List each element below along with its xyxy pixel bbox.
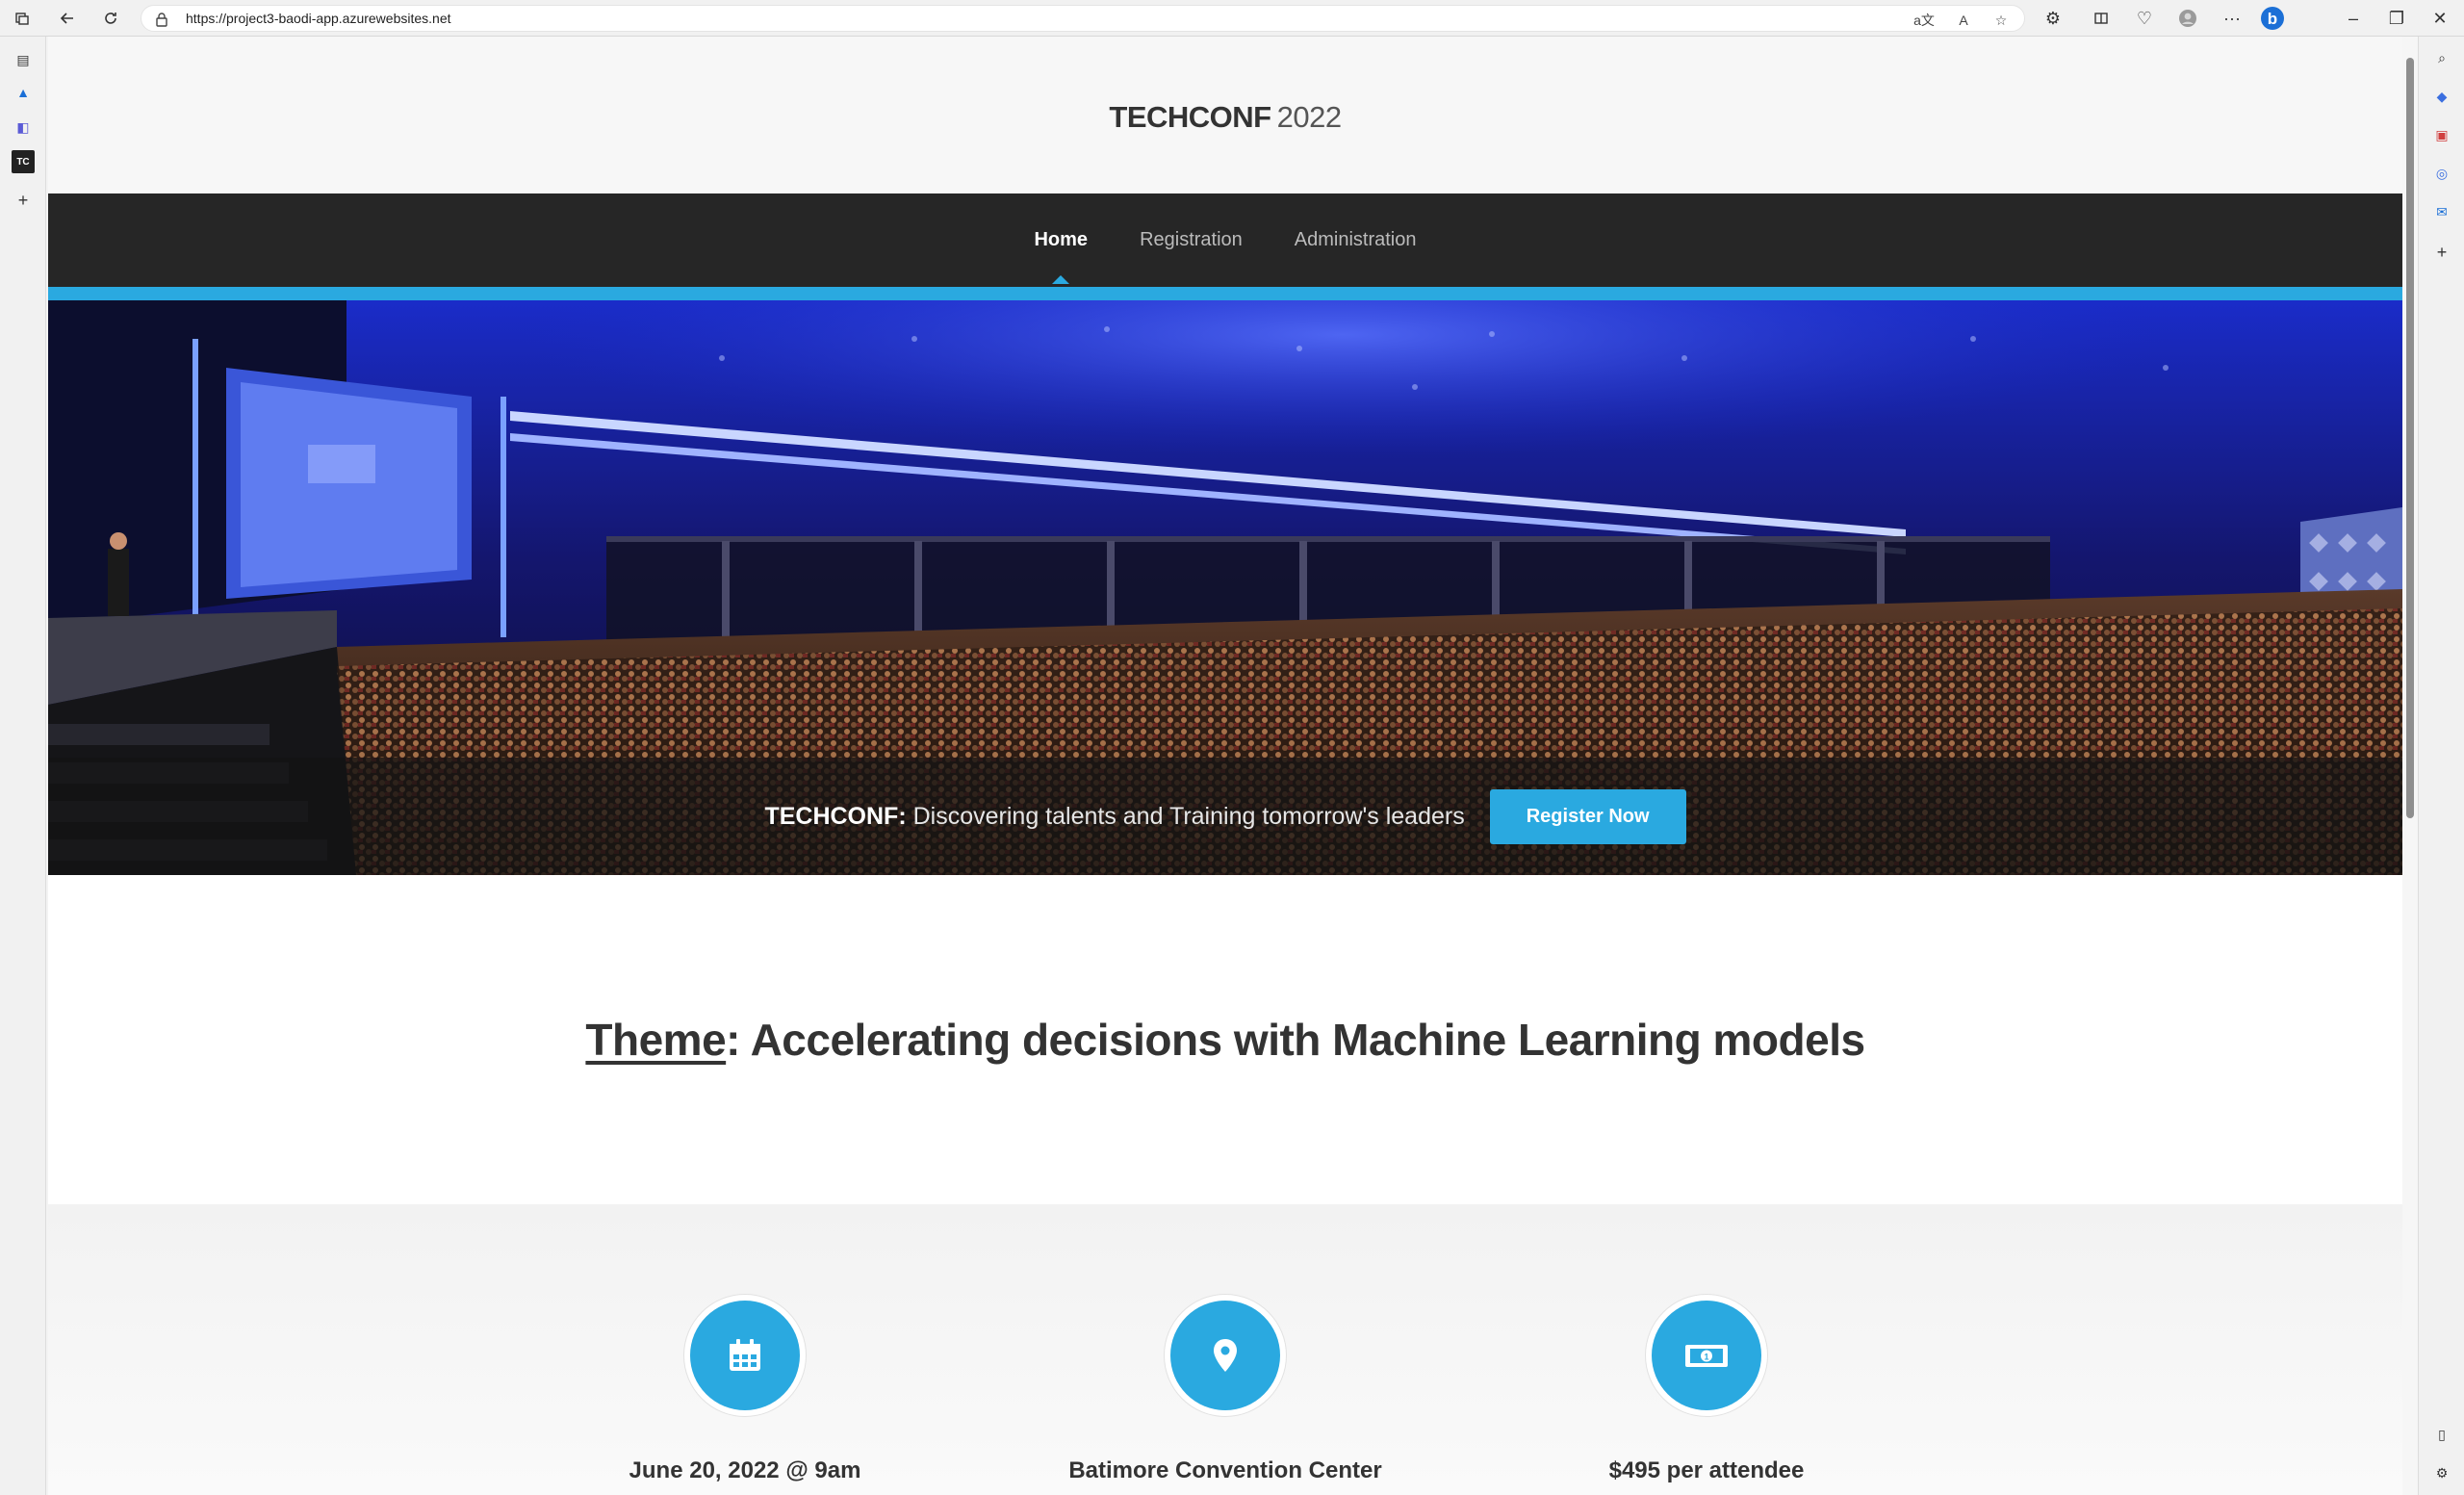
feature-date-text: June 20, 2022 @ 9am: [629, 1457, 861, 1483]
restore-icon[interactable]: ❐: [2382, 4, 2411, 33]
web-page: TECHCONF 2022 Home Registration Administr…: [48, 37, 2402, 1495]
theme-section: Theme: Accelerating decisions with Machi…: [48, 875, 2402, 1204]
visual-studio-tab-icon[interactable]: ◧: [12, 116, 35, 139]
feature-price-text: $495 per attendee: [1608, 1457, 1805, 1483]
hero-brand: TECHCONF:: [764, 802, 907, 830]
favorites-icon[interactable]: ♡: [2130, 4, 2159, 33]
feature-price: 1 $495 per attendee: [1543, 1204, 1870, 1495]
site-header: TECHCONF 2022: [48, 37, 2402, 193]
azure-tab-icon[interactable]: ▲: [12, 81, 35, 104]
nav-administration[interactable]: Administration: [1295, 221, 1417, 259]
bing-copilot-icon[interactable]: b: [2258, 4, 2287, 33]
lock-icon: [156, 13, 167, 27]
refresh-icon[interactable]: [96, 4, 125, 33]
close-icon[interactable]: ✕: [2426, 4, 2454, 33]
more-menu-icon[interactable]: ···: [2218, 4, 2246, 33]
sidebar-search-icon[interactable]: ⌕: [2430, 46, 2453, 69]
url-text: https://project3-baodi-app.azurewebsites…: [186, 11, 451, 26]
favorite-star-icon[interactable]: ☆: [1990, 10, 2012, 31]
theme-heading: Theme: Accelerating decisions with Machi…: [585, 1014, 1865, 1066]
map-pin-icon: [1214, 1339, 1237, 1372]
hero-banner: TECHCONF: Discovering talents and Traini…: [48, 300, 2402, 875]
logo-brand: TECHCONF: [1109, 99, 1271, 134]
register-now-button[interactable]: Register Now: [1489, 788, 1686, 844]
sidebar-tools-icon[interactable]: ▣: [2430, 123, 2453, 146]
split-screen-icon[interactable]: [2087, 4, 2116, 33]
profile-avatar[interactable]: [2173, 4, 2202, 33]
translate-icon[interactable]: a文: [1913, 10, 1935, 31]
feature-date-badge: [690, 1301, 800, 1410]
sidebar-hide-icon[interactable]: ▯: [2430, 1423, 2453, 1446]
browser-toolbar: https://project3-baodi-app.azurewebsites…: [0, 0, 2464, 37]
hero-tagline-text: Discovering talents and Training tomorro…: [912, 802, 1465, 830]
nav-registration[interactable]: Registration: [1140, 221, 1243, 259]
back-icon[interactable]: [53, 4, 82, 33]
feature-location-text: Batimore Convention Center: [1068, 1457, 1382, 1483]
address-bar[interactable]: https://project3-baodi-app.azurewebsites…: [141, 5, 2025, 32]
sidebar-shopping-icon[interactable]: ◆: [2430, 85, 2453, 108]
read-aloud-icon[interactable]: A: [1953, 10, 1974, 31]
scrollbar-thumb[interactable]: [2406, 58, 2414, 818]
vertical-tab-strip: ▤ ▲ ◧ TC +: [0, 37, 46, 1495]
hero-tagline: TECHCONF: Discovering talents and Traini…: [764, 803, 1464, 831]
logo-year: 2022: [1276, 99, 1342, 134]
workspaces-icon[interactable]: [8, 4, 37, 33]
sidebar-m365-icon[interactable]: ◎: [2430, 162, 2453, 185]
feature-location-badge: [1170, 1301, 1280, 1410]
extensions-icon[interactable]: ⚙: [2039, 4, 2067, 33]
page-scrollbar[interactable]: [2402, 37, 2418, 1495]
feature-date: June 20, 2022 @ 9am: [581, 1204, 909, 1495]
techconf-tab-icon[interactable]: TC: [12, 150, 35, 173]
nav-home[interactable]: Home: [1034, 221, 1088, 284]
svg-text:1: 1: [1704, 1353, 1708, 1362]
sidebar-outlook-icon[interactable]: ✉: [2430, 200, 2453, 223]
feature-location: Batimore Convention Center: [1062, 1204, 1389, 1495]
main-navigation: Home Registration Administration: [48, 193, 2402, 287]
money-icon: 1: [1685, 1345, 1728, 1367]
browser-sidebar: ⌕ ◆ ▣ ◎ ✉ + ▯ ⚙: [2418, 37, 2464, 1495]
feature-price-badge: 1: [1652, 1301, 1761, 1410]
minimize-icon[interactable]: –: [2339, 4, 2368, 33]
nav-accent-bar: [48, 287, 2402, 300]
site-logo[interactable]: TECHCONF 2022: [1109, 99, 1342, 135]
new-tab-icon[interactable]: +: [12, 189, 35, 212]
calendar-icon: [730, 1339, 760, 1371]
theme-text: : Accelerating decisions with Machine Le…: [726, 1015, 1865, 1065]
sidebar-add-icon[interactable]: +: [2430, 241, 2453, 264]
svg-text:b: b: [2268, 10, 2277, 28]
sidebar-settings-icon[interactable]: ⚙: [2430, 1461, 2453, 1484]
theme-label: Theme: [585, 1015, 727, 1065]
event-details: June 20, 2022 @ 9am Batimore Convention …: [48, 1204, 2402, 1495]
tab-actions-icon[interactable]: ▤: [12, 48, 35, 71]
hero-caption-bar: TECHCONF: Discovering talents and Traini…: [48, 758, 2402, 875]
